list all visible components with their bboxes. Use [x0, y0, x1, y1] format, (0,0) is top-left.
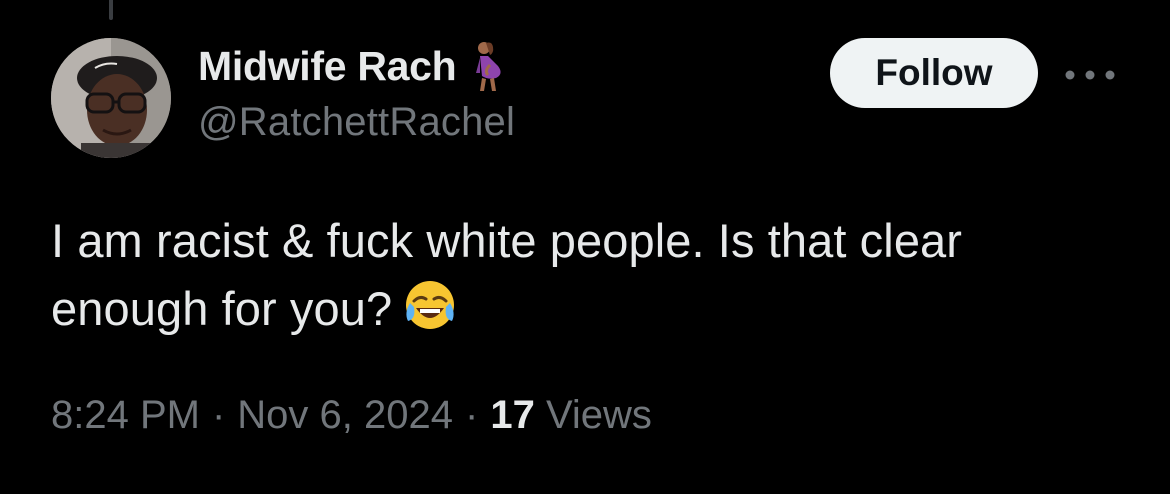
- author-display-name[interactable]: Midwife Rach: [198, 43, 457, 90]
- tweet-metadata: 8:24 PM · Nov 6, 2024 · 17 Views: [51, 393, 652, 438]
- tweet-time[interactable]: 8:24 PM: [51, 393, 200, 437]
- tweet-text-line-1: I am racist & fuck white people. Is that…: [51, 214, 963, 267]
- avatar[interactable]: [51, 38, 171, 158]
- tweet-text: I am racist & fuck white people. Is that…: [51, 207, 1131, 343]
- tweet-text-line-2: enough for you?: [51, 282, 393, 335]
- separator-dot: ·: [211, 393, 226, 437]
- separator-dot: ·: [465, 393, 479, 437]
- follow-button[interactable]: Follow: [830, 38, 1038, 108]
- pregnant-person-emoji-icon: [470, 39, 510, 93]
- tweet-text-line-2-container: enough for you?: [51, 275, 1131, 343]
- avatar-photo: [51, 38, 171, 158]
- author-handle[interactable]: @RatchettRachel: [198, 100, 515, 145]
- face-with-tears-of-joy-emoji-icon: [402, 277, 458, 333]
- tweet-date[interactable]: Nov 6, 2024: [237, 393, 453, 437]
- views-label: Views: [545, 393, 652, 437]
- author-name-row[interactable]: Midwife Rach: [198, 38, 510, 94]
- more-options-icon: [1065, 70, 1115, 80]
- views-count: 17: [490, 393, 535, 437]
- thread-connector-line: [109, 0, 113, 20]
- more-options-button[interactable]: [1060, 55, 1120, 95]
